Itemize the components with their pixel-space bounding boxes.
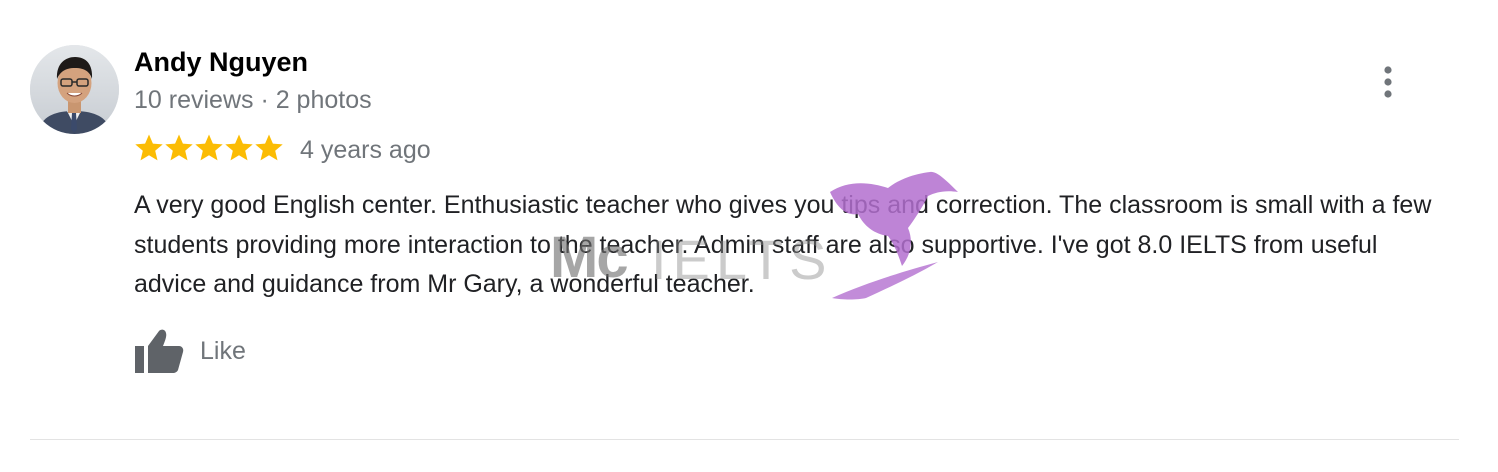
review-text: A very good English center. Enthusiastic… xyxy=(134,191,1432,298)
author-photo xyxy=(30,45,119,134)
more-vert-icon xyxy=(1384,66,1392,98)
divider xyxy=(30,439,1459,440)
like-button[interactable]: Like xyxy=(134,326,246,376)
author-name[interactable]: Andy Nguyen xyxy=(134,45,308,79)
like-label: Like xyxy=(200,337,246,365)
star-icon xyxy=(165,134,193,161)
star-icon xyxy=(195,134,223,161)
review-date: 4 years ago xyxy=(300,136,431,164)
more-options-button[interactable] xyxy=(1370,62,1406,102)
star-icon xyxy=(135,134,163,161)
star-icon xyxy=(225,134,253,161)
thumb-up-icon xyxy=(135,329,184,373)
star-rating xyxy=(134,133,284,163)
avatar[interactable] xyxy=(30,45,119,134)
star-icon xyxy=(255,134,283,161)
author-review-count[interactable]: 10 reviews · 2 photos xyxy=(134,84,372,116)
review-card: Andy Nguyen 10 reviews · 2 photos 4 year… xyxy=(0,0,1498,472)
